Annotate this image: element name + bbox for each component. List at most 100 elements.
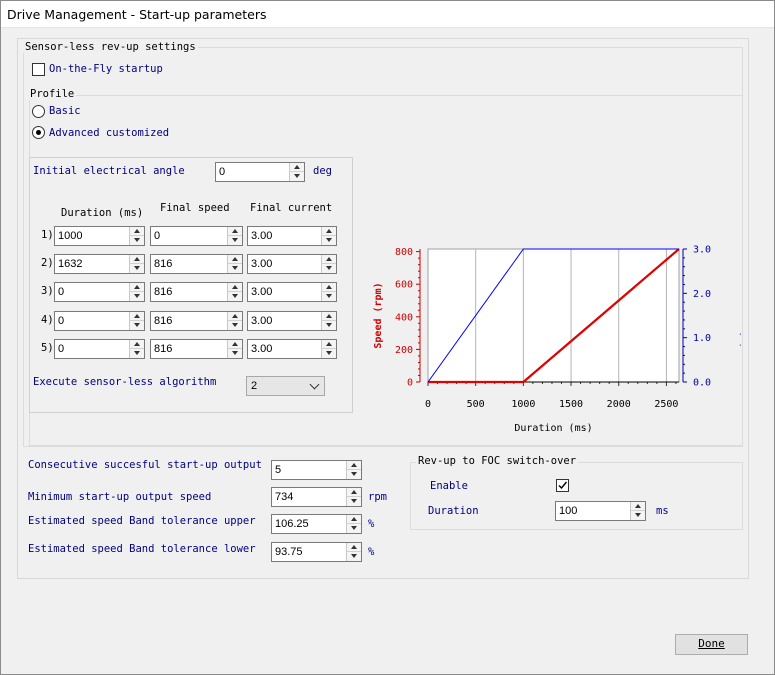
spin-up-button[interactable]: [322, 312, 336, 321]
spin-down-button[interactable]: [130, 292, 144, 301]
on-the-fly-checkbox[interactable]: [32, 63, 45, 76]
spin-up-button[interactable]: [130, 227, 144, 236]
column-header-duration: Duration (ms): [61, 207, 144, 219]
min-speed-spinner[interactable]: 734: [271, 487, 362, 507]
final-speed-spinner[interactable]: 816: [150, 254, 243, 274]
final-speed-spinner[interactable]: 0: [150, 226, 243, 246]
spin-down-button[interactable]: [130, 349, 144, 358]
spin-down-button[interactable]: [322, 349, 336, 358]
advanced-radio-label[interactable]: Advanced customized: [49, 127, 169, 139]
spin-down-button[interactable]: [322, 321, 336, 330]
duration-value[interactable]: 0: [58, 343, 64, 355]
final-speed-value[interactable]: 816: [154, 343, 172, 355]
final-speed-spinner[interactable]: 816: [150, 282, 243, 302]
basic-radio[interactable]: [32, 105, 45, 118]
spin-down-button[interactable]: [228, 264, 242, 273]
duration-spinner[interactable]: 100: [555, 501, 646, 521]
duration-value[interactable]: 1000: [58, 230, 82, 242]
initial-angle-spinner[interactable]: 0: [215, 162, 305, 182]
advanced-radio[interactable]: [32, 126, 45, 139]
consecutive-spinner[interactable]: 5: [271, 460, 362, 480]
band-upper-value[interactable]: 106.25: [275, 518, 309, 530]
done-button-label[interactable]: Done: [698, 637, 725, 650]
y-left-tick-label: 600: [395, 280, 413, 291]
spinner-buttons: [630, 502, 645, 520]
spin-up-button[interactable]: [322, 255, 336, 264]
spin-up-button[interactable]: [228, 283, 242, 292]
final-current-value[interactable]: 3.00: [251, 286, 272, 298]
spin-up-button[interactable]: [228, 255, 242, 264]
execute-select-value[interactable]: 2: [251, 380, 257, 392]
final-speed-spinner[interactable]: 816: [150, 311, 243, 331]
spin-up-button[interactable]: [347, 515, 361, 524]
enable-checkbox[interactable]: [556, 479, 569, 492]
final-current-value[interactable]: 3.00: [251, 258, 272, 270]
spin-down-button[interactable]: [130, 236, 144, 245]
consecutive-value[interactable]: 5: [275, 464, 281, 476]
duration-value[interactable]: 0: [58, 315, 64, 327]
spin-up-button[interactable]: [347, 543, 361, 552]
spinner-buttons: [227, 283, 242, 301]
final-current-spinner[interactable]: 3.00: [247, 311, 337, 331]
duration-spinner[interactable]: 1000: [54, 226, 145, 246]
spin-up-button[interactable]: [130, 340, 144, 349]
done-button[interactable]: Done: [675, 634, 748, 655]
spin-down-button[interactable]: [130, 264, 144, 273]
duration-value[interactable]: 1632: [58, 258, 82, 270]
spin-up-button[interactable]: [322, 283, 336, 292]
on-the-fly-label[interactable]: On-the-Fly startup: [49, 63, 163, 75]
spin-up-button[interactable]: [228, 340, 242, 349]
final-speed-spinner[interactable]: 816: [150, 339, 243, 359]
initial-angle-value[interactable]: 0: [219, 166, 225, 178]
final-current-value[interactable]: 3.00: [251, 230, 272, 242]
spin-up-button[interactable]: [347, 461, 361, 470]
duration-spinner[interactable]: 1632: [54, 254, 145, 274]
spin-up-button[interactable]: [347, 488, 361, 497]
spin-up-button[interactable]: [631, 502, 645, 511]
final-current-spinner[interactable]: 3.00: [247, 339, 337, 359]
spin-down-button[interactable]: [228, 292, 242, 301]
spin-down-button[interactable]: [322, 292, 336, 301]
final-speed-value[interactable]: 816: [154, 315, 172, 327]
spin-down-button[interactable]: [228, 236, 242, 245]
spin-down-button[interactable]: [228, 321, 242, 330]
spin-down-button[interactable]: [228, 349, 242, 358]
band-upper-spinner[interactable]: 106.25: [271, 514, 362, 534]
spin-down-button[interactable]: [290, 172, 304, 181]
chevron-down-icon[interactable]: [309, 379, 320, 390]
spin-down-button[interactable]: [130, 321, 144, 330]
spin-up-button[interactable]: [322, 227, 336, 236]
spin-down-button[interactable]: [347, 470, 361, 479]
spin-up-button[interactable]: [130, 283, 144, 292]
final-speed-value[interactable]: 816: [154, 258, 172, 270]
final-current-spinner[interactable]: 3.00: [247, 254, 337, 274]
final-speed-value[interactable]: 816: [154, 286, 172, 298]
spin-up-button[interactable]: [228, 312, 242, 321]
spin-up-button[interactable]: [130, 312, 144, 321]
duration-value[interactable]: 0: [58, 286, 64, 298]
spin-down-button[interactable]: [347, 552, 361, 561]
final-current-spinner[interactable]: 3.00: [247, 226, 337, 246]
spin-down-button[interactable]: [631, 511, 645, 520]
spin-down-button[interactable]: [347, 524, 361, 533]
spin-up-button[interactable]: [228, 227, 242, 236]
spin-down-button[interactable]: [347, 497, 361, 506]
spin-up-button[interactable]: [322, 340, 336, 349]
spin-up-button[interactable]: [290, 163, 304, 172]
duration-spinner[interactable]: 0: [54, 282, 145, 302]
final-current-value[interactable]: 3.00: [251, 315, 272, 327]
final-current-spinner[interactable]: 3.00: [247, 282, 337, 302]
execute-select[interactable]: 2: [246, 376, 325, 396]
band-lower-value[interactable]: 93.75: [275, 546, 303, 558]
final-current-value[interactable]: 3.00: [251, 343, 272, 355]
duration-spinner[interactable]: 0: [54, 311, 145, 331]
spin-down-button[interactable]: [322, 236, 336, 245]
duration-spinner[interactable]: 0: [54, 339, 145, 359]
duration-value[interactable]: 100: [559, 505, 577, 517]
spin-down-button[interactable]: [322, 264, 336, 273]
min-speed-value[interactable]: 734: [275, 491, 293, 503]
final-speed-value[interactable]: 0: [154, 230, 160, 242]
band-lower-spinner[interactable]: 93.75: [271, 542, 362, 562]
basic-radio-label[interactable]: Basic: [49, 105, 81, 117]
spin-up-button[interactable]: [130, 255, 144, 264]
